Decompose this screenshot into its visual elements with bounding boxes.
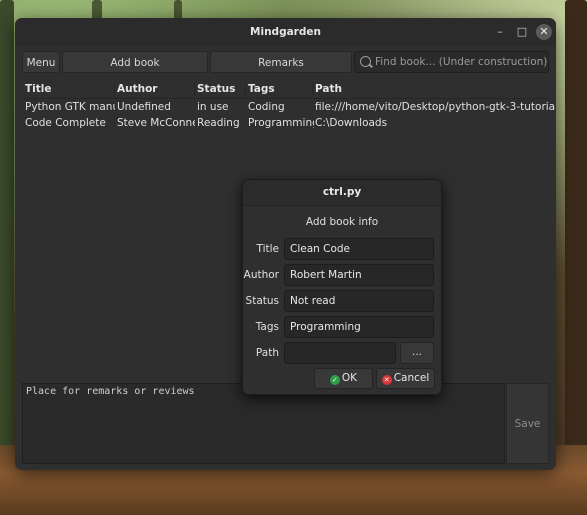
window-title: Mindgarden [250, 26, 321, 38]
column-header-status[interactable]: Status [197, 81, 247, 97]
cell-path: file:///home/vito/Desktop/python-gtk-3-t… [315, 101, 556, 113]
column-header-tags[interactable]: Tags [248, 81, 314, 97]
cell-status: Reading [197, 117, 240, 129]
save-button[interactable]: Save [506, 383, 549, 464]
table-header: Title Author Status Tags Path [22, 81, 549, 99]
cell-author: Steve McConnell [117, 117, 195, 129]
remarks-button[interactable]: Remarks [210, 51, 352, 73]
menu-button[interactable]: Menu [22, 51, 60, 73]
remarks-textarea[interactable]: Place for remarks or reviews [22, 383, 505, 464]
table-row[interactable]: Code Complete Steve McConnell Reading Pr… [22, 115, 549, 131]
column-header-path[interactable]: Path [315, 81, 556, 97]
cell-title: Python GTK manual [25, 101, 115, 113]
maximize-icon[interactable]: □ [514, 24, 530, 40]
title-bar: Mindgarden – □ ✕ [15, 18, 556, 46]
column-header-title[interactable]: Title [25, 81, 115, 97]
cell-tags: Programming [248, 117, 314, 129]
tags-field[interactable]: Programming [284, 316, 434, 338]
cell-author: Undefined [117, 101, 171, 113]
title-field[interactable]: Clean Code [284, 238, 434, 260]
remarks-placeholder: Place for remarks or reviews [26, 386, 195, 397]
add-book-dialog: ctrl.py Add book info Title Clean Code A… [242, 179, 442, 395]
check-icon: ✓ [329, 375, 340, 385]
cancel-label: Cancel [393, 372, 430, 384]
dialog-title: ctrl.py [243, 180, 441, 206]
table-row[interactable]: Python GTK manual Undefined in use Codin… [22, 99, 556, 115]
tags-label: Tags [255, 321, 279, 333]
close-icon[interactable]: ✕ [536, 24, 552, 40]
add-book-button[interactable]: Add book [62, 51, 208, 73]
cancel-button[interactable]: ✕ Cancel [376, 368, 435, 389]
column-header-author[interactable]: Author [117, 81, 195, 97]
ok-button[interactable]: ✓ OK [314, 368, 373, 389]
title-label: Title [256, 243, 279, 255]
author-field[interactable]: Robert Martin [284, 264, 434, 286]
author-label: Author [243, 269, 279, 281]
toolbar: Menu Add book Remarks Find book... (Unde… [22, 51, 549, 73]
path-label: Path [255, 347, 279, 359]
browse-button[interactable]: ... [400, 342, 434, 364]
search-icon [360, 56, 371, 67]
minimize-icon[interactable]: – [492, 24, 508, 40]
cell-tags: Coding [248, 101, 285, 113]
cell-path: C:\Downloads [315, 117, 388, 129]
status-label: Status [245, 295, 279, 307]
status-field[interactable]: Not read [284, 290, 434, 312]
ok-label: OK [341, 372, 358, 384]
search-placeholder: Find book... (Under construction) [375, 56, 548, 68]
search-input[interactable]: Find book... (Under construction) [354, 51, 549, 73]
path-field[interactable] [284, 342, 396, 364]
books-table: Title Author Status Tags Path Python GTK… [22, 81, 556, 131]
cancel-icon: ✕ [381, 375, 392, 385]
cell-status: in use [197, 101, 229, 113]
cell-title: Code Complete [25, 117, 106, 129]
dialog-heading: Add book info [305, 216, 379, 228]
